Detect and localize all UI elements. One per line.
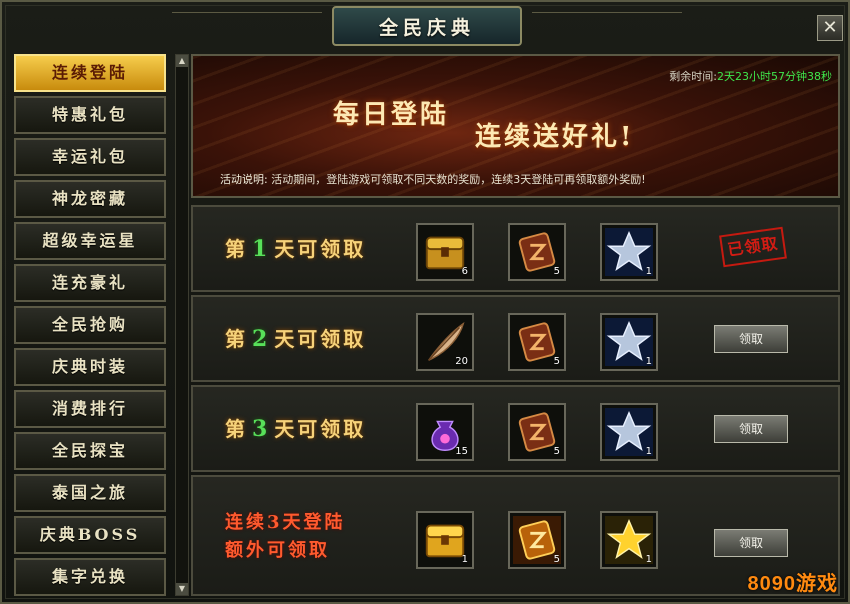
sidebar-scrollbar[interactable]: ▲ ▼ bbox=[175, 54, 189, 596]
item-quantity: 6 bbox=[461, 266, 468, 277]
scroll-down-icon[interactable]: ▼ bbox=[176, 583, 188, 595]
item-quantity: 1 bbox=[645, 446, 652, 457]
claimed-stamp: 已领取 bbox=[719, 226, 787, 268]
bonus-title-line-1: 连续3天登陆 bbox=[225, 512, 346, 533]
title-deco-left bbox=[172, 12, 322, 22]
window-title-plate: 全民庆典 bbox=[332, 6, 522, 46]
reward-slot[interactable]: 6 bbox=[416, 223, 474, 281]
row-day-number: 1 bbox=[252, 236, 271, 262]
sidebar-item-thailand-trip[interactable]: 泰国之旅 bbox=[14, 474, 166, 512]
reward-slot[interactable]: 1 bbox=[416, 511, 474, 569]
close-button[interactable]: ✕ bbox=[817, 15, 843, 41]
sidebar-item-lucky-pack[interactable]: 幸运礼包 bbox=[14, 138, 166, 176]
sidebar-item-flash-sale[interactable]: 全民抢购 bbox=[14, 306, 166, 344]
reward-slot[interactable]: 1 bbox=[600, 403, 658, 461]
event-description-label: 活动说明: bbox=[220, 173, 268, 186]
row-title: 第 1 天可领取 bbox=[225, 233, 366, 262]
reward-slot[interactable]: 20 bbox=[416, 313, 474, 371]
event-banner: 剩余时间:2天23小时57分钟38秒 每日登陆 连续送好礼! 活动说明: 活动期… bbox=[191, 54, 840, 198]
reward-slot[interactable]: 5 bbox=[508, 223, 566, 281]
claim-button[interactable]: 领取 bbox=[714, 415, 788, 443]
event-window: 全民庆典 ✕ 连续登陆 特惠礼包 幸运礼包 神龙密藏 超级幸运星 连充豪礼 全民… bbox=[0, 0, 850, 604]
sidebar-item-discount-pack[interactable]: 特惠礼包 bbox=[14, 96, 166, 134]
reward-slot[interactable]: 1 bbox=[600, 313, 658, 371]
reward-row-day-1: 第 1 天可领取 6 5 1 已领取 bbox=[191, 205, 840, 292]
item-quantity: 1 bbox=[645, 266, 652, 277]
row-title: 第 2 天可领取 bbox=[225, 323, 366, 352]
site-watermark-logo: 8090游戏 bbox=[747, 573, 838, 595]
event-description-text: 活动期间，登陆游戏可领取不同天数的奖励，连续3天登陆可再领取额外奖励! bbox=[271, 173, 646, 186]
row-day-number: 2 bbox=[252, 326, 271, 352]
title-deco-right bbox=[532, 12, 682, 22]
sidebar-item-super-lucky-star[interactable]: 超级幸运星 bbox=[14, 222, 166, 260]
item-quantity: 1 bbox=[645, 554, 652, 565]
row-title: 第 3 天可领取 bbox=[225, 413, 366, 442]
remaining-time-label: 剩余时间: bbox=[669, 70, 717, 83]
sidebar-item-dragon-treasure[interactable]: 神龙密藏 bbox=[14, 180, 166, 218]
reward-slot[interactable]: 5 bbox=[508, 313, 566, 371]
row-title-prefix: 第 bbox=[225, 417, 248, 441]
scroll-up-icon[interactable]: ▲ bbox=[176, 55, 188, 67]
item-quantity: 1 bbox=[461, 554, 468, 565]
row-title-suffix: 天可领取 bbox=[274, 237, 367, 261]
bonus-title-line-2: 额外可领取 bbox=[225, 540, 330, 561]
item-quantity: 5 bbox=[553, 356, 560, 367]
claim-button[interactable]: 领取 bbox=[714, 325, 788, 353]
banner-title-daily-login: 每日登陆 bbox=[333, 100, 450, 130]
item-quantity: 5 bbox=[553, 446, 560, 457]
row-title-suffix: 天可领取 bbox=[274, 417, 367, 441]
row-day-number: 3 bbox=[252, 416, 271, 442]
item-quantity: 15 bbox=[455, 446, 468, 457]
event-description: 活动说明: 活动期间，登陆游戏可领取不同天数的奖励，连续3天登陆可再领取额外奖励… bbox=[220, 171, 646, 187]
reward-row-day-2: 第 2 天可领取 20 5 1 领取 bbox=[191, 295, 840, 382]
reward-slot[interactable]: 5 bbox=[508, 403, 566, 461]
bonus-row-title: 连续3天登陆 额外可领取 bbox=[225, 509, 346, 565]
sidebar-item-festival-boss[interactable]: 庆典BOSS bbox=[14, 516, 166, 554]
sidebar-item-consecutive-login[interactable]: 连续登陆 bbox=[14, 54, 166, 92]
reward-slot[interactable]: 15 bbox=[416, 403, 474, 461]
banner-title-gifts: 连续送好礼! bbox=[475, 122, 635, 152]
sidebar-item-recharge-gift[interactable]: 连充豪礼 bbox=[14, 264, 166, 302]
remaining-time-value: 2天23小时57分钟38秒 bbox=[717, 70, 832, 83]
sidebar-item-spending-rank[interactable]: 消费排行 bbox=[14, 390, 166, 428]
sidebar-menu: 连续登陆 特惠礼包 幸运礼包 神龙密藏 超级幸运星 连充豪礼 全民抢购 庆典时装… bbox=[14, 54, 166, 600]
row-title-suffix: 天可领取 bbox=[274, 327, 367, 351]
item-quantity: 20 bbox=[455, 356, 468, 367]
reward-slot[interactable]: 1 bbox=[600, 223, 658, 281]
remaining-time: 剩余时间:2天23小时57分钟38秒 bbox=[669, 68, 832, 84]
reward-row-bonus: 连续3天登陆 额外可领取 1 5 1 领取 bbox=[191, 475, 840, 596]
item-quantity: 5 bbox=[553, 266, 560, 277]
sidebar-item-festival-fashion[interactable]: 庆典时装 bbox=[14, 348, 166, 386]
row-title-prefix: 第 bbox=[225, 327, 248, 351]
item-quantity: 1 bbox=[645, 356, 652, 367]
sidebar-item-treasure-hunt[interactable]: 全民探宝 bbox=[14, 432, 166, 470]
reward-slot[interactable]: 1 bbox=[600, 511, 658, 569]
reward-row-day-3: 第 3 天可领取 15 5 1 领取 bbox=[191, 385, 840, 472]
window-title: 全民庆典 bbox=[378, 16, 475, 39]
reward-slot[interactable]: 5 bbox=[508, 511, 566, 569]
sidebar-item-word-exchange[interactable]: 集字兑换 bbox=[14, 558, 166, 596]
row-title-prefix: 第 bbox=[225, 237, 248, 261]
claim-button[interactable]: 领取 bbox=[714, 529, 788, 557]
item-quantity: 5 bbox=[553, 554, 560, 565]
